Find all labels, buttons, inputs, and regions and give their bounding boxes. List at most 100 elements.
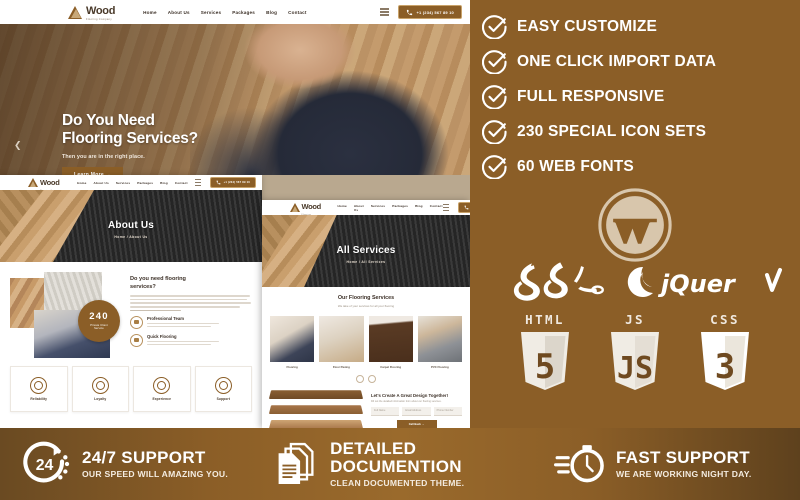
phone-button[interactable]: +1 (234) 567 89 10 [398, 5, 462, 19]
wood-logo-icon [68, 5, 83, 20]
about-breadcrumb: Home / About Us [114, 235, 148, 239]
nav-item-home[interactable]: Home [338, 204, 347, 212]
badge-card[interactable]: Support [194, 366, 252, 412]
css3-shield-icon: 3 [701, 332, 749, 390]
support-item-247: 24 24/7 SUPPORT OUR SPEED WILL AMAZING Y… [22, 439, 262, 489]
hero-subheading: Then you are in the right place. [62, 153, 145, 160]
hero-nav-links[interactable]: Home About Us Services Packages Blog Con… [143, 10, 306, 15]
site-logo[interactable]: Wood Flooring Company [68, 2, 115, 22]
html5-shield-icon: 5 [521, 332, 569, 390]
services-cta-section: Let's Create A Great Design Together! Fi… [268, 389, 462, 428]
hamburger-menu-icon[interactable] [442, 204, 449, 211]
service-card[interactable]: PVC Flooring [417, 315, 462, 369]
about-nav-links[interactable]: Home About Us Services Packages Blog Con… [77, 181, 188, 185]
nav-item-packages[interactable]: Packages [392, 204, 408, 212]
feature-row: FULL RESPONSIVE [482, 79, 800, 114]
nav-item-about[interactable]: About Us [354, 204, 364, 212]
badge-card[interactable]: Reliability [10, 366, 68, 412]
hamburger-menu-icon[interactable] [380, 8, 390, 16]
service-image [270, 315, 315, 362]
check-circle-icon [482, 15, 507, 39]
clock-24-icon: 24 [23, 441, 70, 483]
nav-item-contact[interactable]: Contact [430, 204, 443, 212]
feature-title: Professional Team [147, 316, 184, 322]
slider-prev-icon[interactable]: ❮ [14, 140, 22, 151]
service-label: Carpet Flooring [380, 364, 402, 369]
feature-label: EASY CUSTOMIZE [517, 17, 658, 35]
service-image [368, 315, 413, 362]
check-circle-icon [482, 155, 507, 179]
about-paragraph-placeholder [130, 295, 252, 312]
svg-text:3: 3 [715, 347, 735, 387]
about-page-banner: About Us Home / About Us [0, 190, 262, 262]
support-subtitle: CLEAN DOCUMENTED THEME. [330, 478, 465, 489]
hero-slider: ❮ Do You Need Flooring Services? Then yo… [0, 24, 470, 175]
feature-label: 230 SPECIAL ICON SETS [517, 122, 707, 140]
phone-button[interactable]: +1 (234) 567 89 10 [457, 202, 470, 213]
service-card[interactable]: Floor Paving [319, 315, 364, 369]
services-page-banner: All Services Home / All Services [262, 215, 470, 287]
nav-item-packages[interactable]: Packages [232, 10, 255, 15]
carousel-prev-icon[interactable] [356, 374, 364, 383]
hero-page-mockup: Wood Flooring Company Home About Us Serv… [0, 0, 470, 175]
nav-item-blog[interactable]: Blog [415, 204, 423, 212]
nav-item-about[interactable]: About Us [94, 181, 109, 185]
phone-icon [216, 180, 220, 185]
about-banner-title: About Us [107, 220, 155, 231]
service-card[interactable]: Flooring [270, 315, 315, 369]
call-back-label: Call Back [408, 422, 421, 426]
services-breadcrumb: Home / All Services [346, 260, 386, 264]
badge-label: Experience [152, 397, 172, 401]
about-feature-item: Professional Team [130, 316, 252, 330]
about-heading-line2: services? [130, 283, 156, 290]
phone-button[interactable]: +1 (234) 567 89 10 [209, 177, 256, 188]
hero-learn-more-button[interactable]: Learn More → [62, 166, 123, 175]
features-panel: EASY CUSTOMIZE ONE CLICK IMPORT DATA FUL… [470, 0, 800, 428]
nav-item-packages[interactable]: Packages [137, 181, 153, 185]
service-image [319, 315, 364, 362]
svg-text:JS: JS [617, 351, 653, 386]
service-card-list: Flooring Floor Paving Carpet Flooring PV… [270, 315, 462, 369]
full-name-input[interactable]: Full Name [371, 406, 400, 416]
nav-item-services[interactable]: Services [116, 181, 130, 185]
services-page-mockup: Wood Flooring Company Home About Us Serv… [262, 200, 470, 428]
badge-card[interactable]: Loyalty [71, 366, 129, 412]
feature-title: Quick Flooring [147, 334, 177, 340]
logo-tagline: Flooring Company [86, 18, 112, 22]
client-counter-badge: 240 Private Client Service [78, 300, 120, 342]
nav-item-contact[interactable]: Contact [288, 10, 307, 15]
phone-icon [464, 205, 469, 210]
svg-text:5: 5 [535, 347, 555, 387]
badge-card[interactable]: Experience [133, 366, 191, 412]
service-label: Floor Paving [332, 364, 350, 369]
wood-planks-illustration [268, 389, 364, 428]
carousel-dots[interactable] [270, 374, 462, 383]
counter-label-2: Service [94, 326, 104, 330]
carousel-next-icon[interactable] [368, 374, 376, 383]
nav-item-home[interactable]: Home [77, 181, 86, 185]
check-circle-icon [482, 120, 507, 144]
nav-item-contact[interactable]: Contact [175, 181, 188, 185]
check-circle-icon [482, 85, 507, 109]
nav-item-services[interactable]: Services [201, 10, 222, 15]
bottom-support-bar: 24 24/7 SUPPORT OUR SPEED WILL AMAZING Y… [0, 428, 800, 500]
jquery-logo: jQuer [627, 266, 782, 298]
nav-item-services[interactable]: Services [371, 204, 385, 212]
html5-label: HTML [525, 312, 565, 327]
nav-item-about[interactable]: About Us [168, 10, 190, 15]
badge-label: Loyalty [94, 397, 107, 401]
call-back-button[interactable]: Call Back → [396, 419, 437, 428]
loyalty-icon [91, 377, 109, 394]
hamburger-menu-icon[interactable] [194, 179, 201, 186]
service-card[interactable]: Carpet Flooring [368, 315, 413, 369]
phone-input[interactable]: Phone Number [433, 406, 462, 416]
nav-item-blog[interactable]: Blog [160, 181, 168, 185]
phone-number: +1 (234) 567 89 10 [416, 9, 454, 15]
email-input[interactable]: Email Address [402, 406, 431, 416]
services-nav-links[interactable]: Home About Us Services Packages Blog Con… [338, 204, 443, 212]
hero-photo [190, 24, 470, 175]
support-title: DETAILED DOCUMENTION [330, 438, 462, 476]
counter-number: 240 [89, 311, 109, 323]
nav-item-home[interactable]: Home [143, 10, 157, 15]
nav-item-blog[interactable]: Blog [266, 10, 277, 15]
